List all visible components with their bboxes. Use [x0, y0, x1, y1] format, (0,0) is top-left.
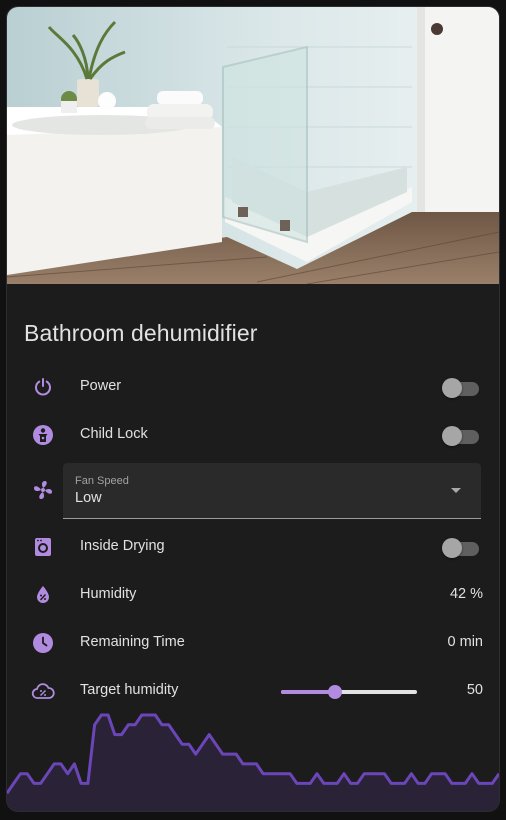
child-lock-row[interactable]: Child Lock — [7, 411, 499, 459]
inside-drying-toggle-thumb — [442, 538, 462, 558]
power-toggle[interactable] — [442, 377, 479, 398]
washing-machine-icon — [31, 535, 55, 559]
fan-speed-value: Low — [75, 490, 102, 506]
entity-card: Bathroom dehumidifier Power Child Lock F… — [6, 6, 500, 812]
humidity-history-graph — [7, 713, 499, 811]
child-lock-label: Child Lock — [80, 426, 148, 442]
remaining-time-label: Remaining Time — [80, 634, 185, 650]
target-humidity-value: 50 — [466, 682, 483, 698]
slider-knob[interactable] — [328, 685, 343, 699]
inside-drying-label: Inside Drying — [80, 538, 165, 554]
chevron-down-icon[interactable] — [451, 488, 461, 493]
fan-icon — [31, 478, 55, 502]
power-toggle-thumb — [442, 378, 462, 398]
card-title: Bathroom dehumidifier — [24, 320, 258, 346]
power-row[interactable]: Power — [7, 363, 499, 411]
humidity-value: 42 % — [449, 586, 483, 602]
remaining-time-row[interactable]: Remaining Time 0 min — [7, 619, 499, 667]
fan-speed-select[interactable]: Fan Speed Low — [63, 463, 481, 519]
remaining-time-value: 0 min — [447, 634, 483, 650]
target-humidity-slider[interactable] — [279, 682, 419, 702]
power-label: Power — [80, 378, 122, 394]
bathroom-photo — [7, 7, 499, 284]
target-humidity-label: Target humidity — [80, 682, 179, 698]
inside-drying-row[interactable]: Inside Drying — [7, 523, 499, 571]
child-lock-toggle-thumb — [442, 426, 462, 446]
slider-fill — [281, 690, 336, 694]
child-lock-icon — [31, 423, 55, 447]
power-icon — [31, 375, 55, 399]
water-percent-icon — [31, 583, 55, 607]
cloud-percent-icon — [31, 679, 55, 703]
humidity-row[interactable]: Humidity 42 % — [7, 571, 499, 619]
humidity-label: Humidity — [80, 586, 137, 602]
child-lock-toggle[interactable] — [442, 425, 479, 446]
inside-drying-toggle[interactable] — [442, 537, 479, 558]
clock-icon — [31, 631, 55, 655]
fan-speed-label: Fan Speed — [75, 475, 129, 487]
